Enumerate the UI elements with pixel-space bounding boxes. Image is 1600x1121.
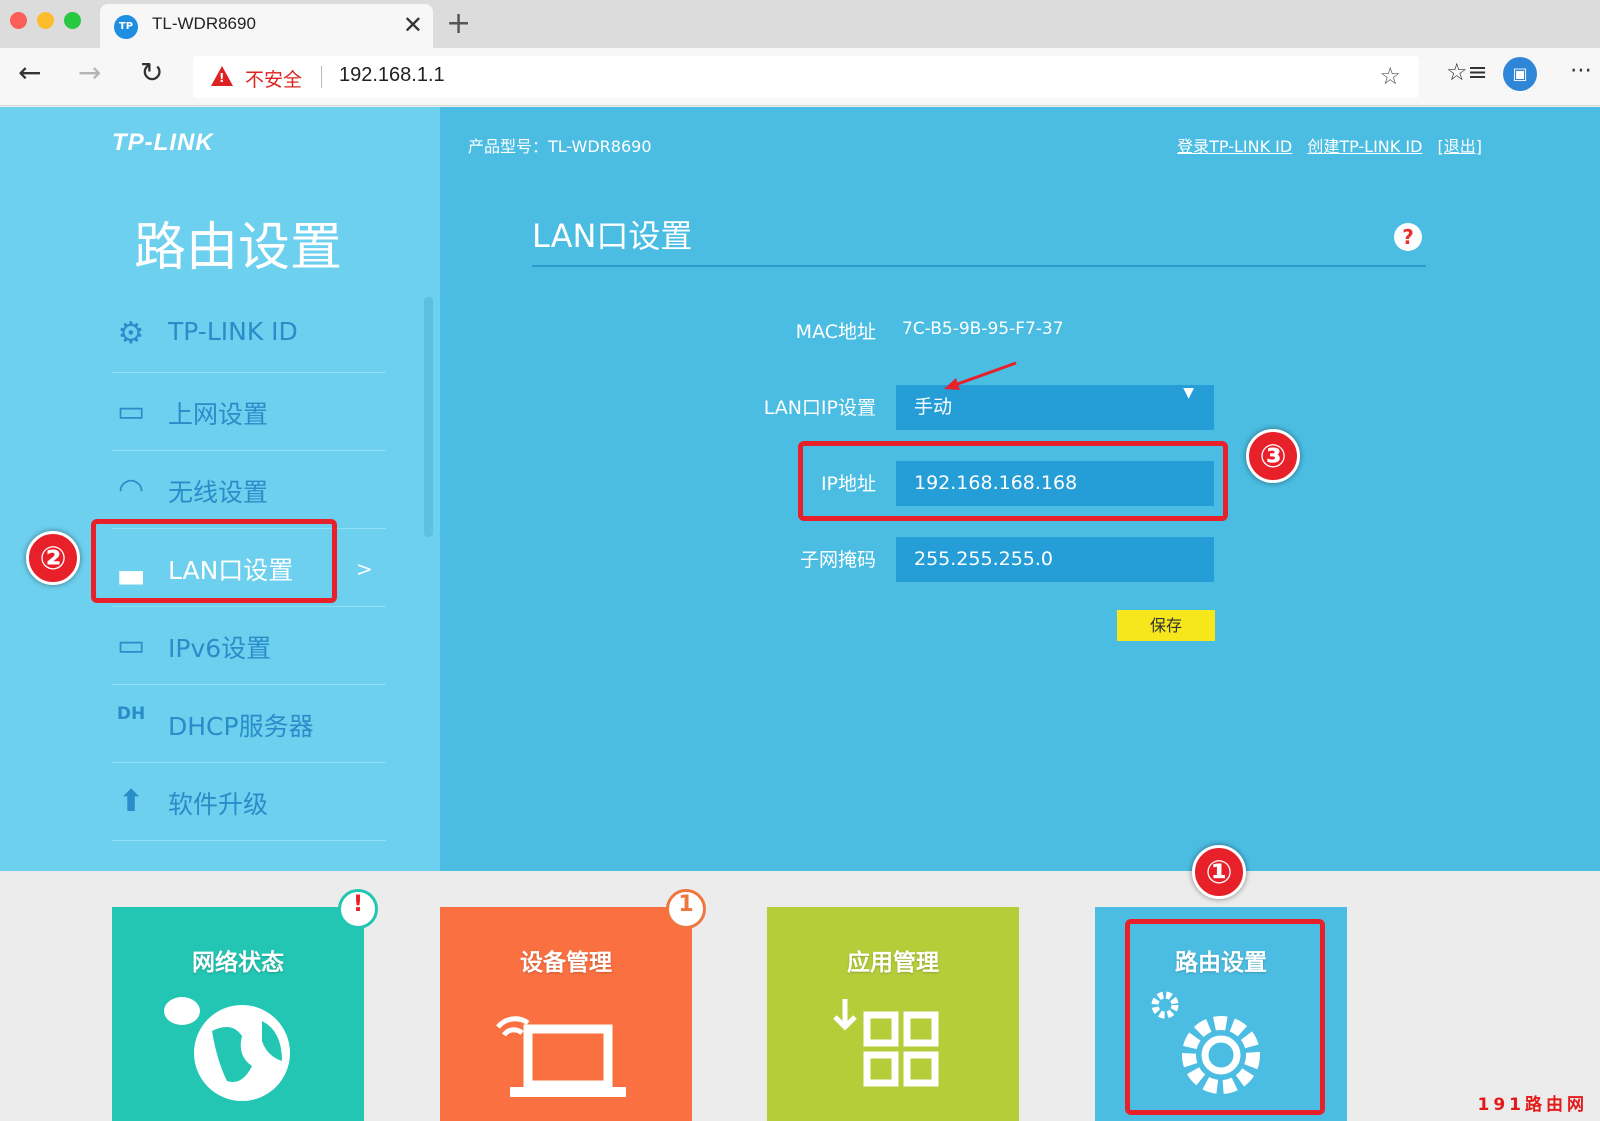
tile-label: 路由设置 (1175, 950, 1267, 976)
title-divider (532, 265, 1426, 267)
sidebar-item-label: IPv6设置 (168, 634, 272, 663)
ethernet-icon: ▃ (119, 550, 143, 585)
save-button[interactable]: 保存 (1117, 610, 1215, 641)
login-tp-link-id-link[interactable]: 登录TP-LINK ID (1177, 137, 1292, 156)
lan-ip-mode-value: 手动 (914, 396, 953, 418)
tile-network-status[interactable]: 网络状态 ! (112, 889, 378, 1121)
sidebar-item-wireless[interactable]: ◠ 无线设置 (112, 451, 386, 529)
apps-grid-icon (833, 999, 939, 1087)
create-tp-link-id-link[interactable]: 创建TP-LINK ID (1307, 137, 1422, 156)
mac-value: 7C-B5-9B-95-F7-37 (902, 319, 1064, 339)
tile-label: 应用管理 (847, 950, 939, 976)
tab-title: TL-WDR8690 (152, 14, 256, 33)
sidebar-item-dhcp[interactable]: DH DHCP服务器 (112, 685, 386, 763)
tile-router-settings[interactable]: 路由设置 (1095, 907, 1347, 1121)
tile-label: 网络状态 (192, 950, 284, 976)
sidebar-title: 路由设置 (134, 218, 343, 278)
step-1-badge: ① (1192, 845, 1246, 899)
reload-icon[interactable]: ↻ (140, 56, 163, 89)
gear-icon (1151, 991, 1260, 1094)
sidebar-scrollbar[interactable] (424, 297, 433, 537)
address-divider (321, 66, 322, 88)
new-tab-button[interactable]: + (446, 6, 471, 41)
sidebar-item-label: 软件升级 (168, 790, 269, 819)
sidebar-item-tp-link-id[interactable]: ⚙ TP-LINK ID (112, 295, 386, 373)
more-menu-icon[interactable]: ⋯ (1570, 58, 1592, 83)
close-window-button[interactable] (10, 12, 27, 29)
bookmark-star-icon[interactable]: ☆ (1379, 62, 1401, 90)
sidebar-item-upgrade[interactable]: ⬆ 软件升级 (112, 763, 386, 841)
sidebar: TP-LINK 路由设置 ⚙ TP-LINK ID ▭ 上网设置 ◠ 无线设置 … (0, 107, 440, 871)
mac-label: MAC地址 (795, 321, 876, 343)
warning-icon (211, 66, 233, 86)
close-tab-icon[interactable]: ✕ (403, 11, 423, 39)
tile-app-management[interactable]: 应用管理 (767, 907, 1019, 1121)
tile-label: 设备管理 (520, 950, 612, 976)
sidebar-item-label: TP-LINK ID (168, 317, 298, 346)
profile-avatar-icon[interactable]: ▣ (1503, 57, 1537, 91)
step-3-badge: ③ (1246, 429, 1300, 483)
gear-icon: ⚙ (117, 316, 145, 351)
favorites-list-icon[interactable]: ☆≡ (1446, 58, 1488, 86)
browser-toolbar: ← → ↻ 不安全 192.168.1.1 ☆ ☆≡ ▣ ⋯ (0, 48, 1600, 106)
count-badge: 1 (666, 889, 706, 929)
sidebar-item-ipv6[interactable]: ▭ IPv6设置 (112, 607, 386, 685)
subnet-mask-label: 子网掩码 (799, 549, 876, 571)
back-arrow-icon[interactable]: ← (18, 56, 41, 89)
page-title: LAN口设置 (532, 217, 693, 255)
laptop-wifi-icon (496, 1016, 626, 1097)
alert-badge: ! (338, 889, 378, 929)
help-icon[interactable]: ? (1394, 223, 1422, 251)
sidebar-item-label: 上网设置 (168, 400, 269, 429)
sidebar-item-label: LAN口设置 (168, 556, 294, 585)
product-model: 产品型号：TL-WDR8690 (468, 137, 652, 156)
chevron-down-icon: ▼ (1183, 385, 1194, 401)
subnet-mask-input[interactable]: 255.255.255.0 (896, 537, 1214, 582)
logout-link[interactable]: [退出] (1438, 137, 1483, 156)
url-text[interactable]: 192.168.1.1 (339, 64, 445, 87)
globe-icon (164, 997, 290, 1101)
browser-tab[interactable]: TP TL-WDR8690 ✕ (100, 4, 433, 48)
bottom-nav: 网络状态 ! 设备管理 1 应用管理 路由设置 ① 191路由网 (0, 845, 1600, 1121)
browser-tab-bar: TP TL-WDR8690 ✕ + (0, 0, 1600, 48)
watermark: 191路由网 (1477, 1095, 1588, 1115)
ip-address-input[interactable]: 192.168.168.168 (896, 461, 1214, 506)
laptop-icon: ▭ (116, 628, 146, 663)
tp-link-logo: TP-LINK (112, 129, 214, 156)
forward-arrow-icon[interactable]: → (78, 56, 101, 89)
arrow-annotation-icon (944, 361, 1017, 390)
sidebar-item-label: DHCP服务器 (168, 712, 314, 741)
laptop-icon: ▭ (116, 394, 146, 429)
account-links: 登录TP-LINK ID 创建TP-LINK ID [退出] (1167, 133, 1482, 157)
router-admin-page: TP-LINK 路由设置 ⚙ TP-LINK ID ▭ 上网设置 ◠ 无线设置 … (0, 107, 1600, 871)
upload-icon: ⬆ (118, 784, 144, 819)
sidebar-item-internet[interactable]: ▭ 上网设置 (112, 373, 386, 451)
maximize-window-button[interactable] (64, 12, 81, 29)
wifi-icon: ◠ (119, 472, 143, 507)
chevron-right-icon: > (356, 557, 373, 581)
sidebar-item-lan[interactable]: ▃ LAN口设置 > (112, 529, 386, 607)
security-status[interactable]: 不安全 (245, 65, 302, 92)
tp-link-favicon-icon: TP (114, 15, 138, 39)
dhcp-icon: DH (116, 704, 146, 724)
ip-address-label: IP地址 (820, 473, 876, 495)
lan-ip-mode-label: LAN口IP设置 (763, 397, 876, 419)
minimize-window-button[interactable] (37, 12, 54, 29)
tile-device-management[interactable]: 设备管理 1 (440, 889, 706, 1121)
step-2-badge: ② (26, 531, 80, 585)
address-bar[interactable]: 不安全 192.168.1.1 ☆ (193, 56, 1419, 98)
main-content: 产品型号：TL-WDR8690 登录TP-LINK ID 创建TP-LINK I… (440, 107, 1600, 871)
sidebar-item-label: 无线设置 (168, 478, 269, 507)
